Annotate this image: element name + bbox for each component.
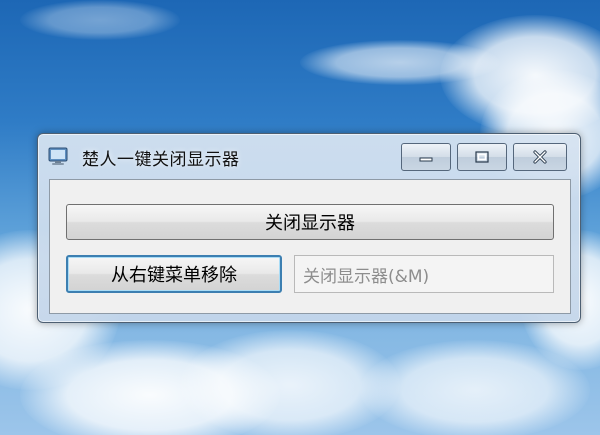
desktop-background: 楚人一键关闭显示器 关闭显示器 从右键菜单移除 关闭显示器(&M): [0, 0, 600, 435]
close-display-button[interactable]: 关闭显示器: [66, 204, 554, 240]
window-title: 楚人一键关闭显示器: [82, 150, 240, 170]
monitor-icon: [48, 147, 68, 165]
menu-item-text-field[interactable]: 关闭显示器(&M): [294, 255, 554, 293]
app-window: 楚人一键关闭显示器 关闭显示器 从右键菜单移除 关闭显示器(&M): [37, 133, 581, 323]
close-icon: [533, 150, 547, 164]
title-bar[interactable]: 楚人一键关闭显示器: [38, 134, 580, 180]
minimize-icon: [419, 157, 433, 162]
close-button[interactable]: [513, 143, 567, 171]
remove-from-context-menu-button[interactable]: 从右键菜单移除: [66, 255, 282, 293]
cloud: [20, 0, 180, 40]
maximize-button[interactable]: [457, 143, 507, 171]
cloud: [300, 40, 500, 85]
maximize-icon: [475, 151, 489, 163]
cloud: [360, 340, 590, 435]
minimize-button[interactable]: [401, 143, 451, 171]
client-area: 关闭显示器 从右键菜单移除 关闭显示器(&M): [49, 179, 571, 314]
